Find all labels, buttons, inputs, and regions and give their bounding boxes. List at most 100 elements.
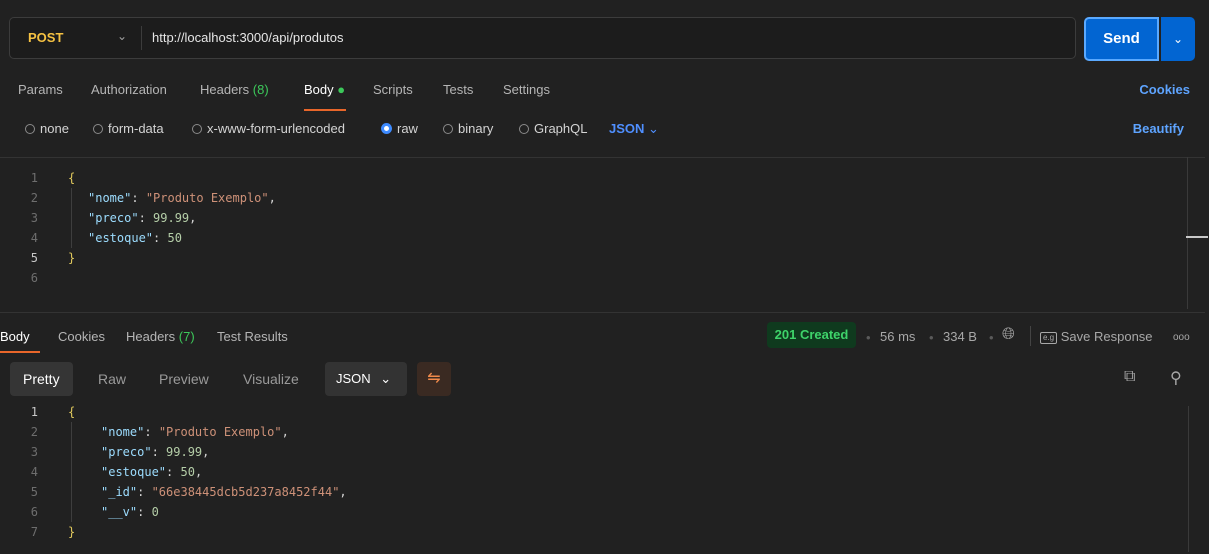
line-number: 1 xyxy=(30,171,38,185)
response-tab-body[interactable]: Body xyxy=(0,329,30,344)
request-body-editor[interactable]: 1 { 2 "nome": "Produto Exemplo", 3 "prec… xyxy=(0,157,1205,313)
line-number: 6 xyxy=(30,505,38,519)
tab-headers-label: Headers xyxy=(200,82,250,97)
method-select[interactable]: POST xyxy=(28,30,63,45)
body-format-label: JSON xyxy=(609,121,645,136)
url-bar: POST ⌄ http://localhost:3000/api/produto… xyxy=(9,17,1076,59)
line-number: 5 xyxy=(30,485,38,499)
json-value: "Produto Exemplo" xyxy=(158,425,282,439)
divider xyxy=(1030,326,1031,346)
tab-settings[interactable]: Settings xyxy=(503,82,550,97)
response-size[interactable]: 334 B xyxy=(943,329,977,344)
json-key: "preco" xyxy=(88,211,139,225)
tab-body[interactable]: Body ● xyxy=(304,82,345,97)
radio-urlencoded-label: x-www-form-urlencoded xyxy=(207,121,345,136)
cookies-link[interactable]: Cookies xyxy=(1139,82,1190,97)
save-response-button[interactable]: e.g Save Response xyxy=(1040,329,1153,344)
json-key: "preco" xyxy=(101,445,152,459)
view-raw[interactable]: Raw xyxy=(98,362,126,396)
search-icon[interactable]: ⚲ xyxy=(1170,368,1182,388)
radio-form-data[interactable]: form-data xyxy=(93,121,164,136)
radio-form-data-label: form-data xyxy=(108,121,164,136)
scrollbar-thumb[interactable] xyxy=(1186,236,1208,238)
radio-urlencoded[interactable]: x-www-form-urlencoded xyxy=(192,121,345,136)
response-tab-headers[interactable]: Headers (7) xyxy=(126,329,195,344)
chevron-down-icon[interactable]: ⌄ xyxy=(117,29,127,43)
save-response-label: Save Response xyxy=(1060,329,1153,344)
status-badge[interactable]: 201 Created xyxy=(767,322,856,348)
headers-count: (8) xyxy=(252,82,269,97)
more-options-icon[interactable]: ooo xyxy=(1173,332,1190,343)
json-value: 50 xyxy=(167,231,182,245)
response-tab-cookies[interactable]: Cookies xyxy=(58,329,105,344)
radio-graphql[interactable]: GraphQL xyxy=(519,121,587,136)
active-tab-indicator xyxy=(304,109,346,111)
radio-none-label: none xyxy=(40,121,69,136)
indent-guide xyxy=(71,188,72,248)
send-options-button[interactable]: ⌄ xyxy=(1161,17,1195,61)
editor-scrollbar[interactable] xyxy=(1187,157,1188,309)
view-preview[interactable]: Preview xyxy=(159,362,209,396)
response-format-select[interactable]: JSON ⌄ xyxy=(325,362,407,396)
json-key: "__v" xyxy=(101,505,138,519)
response-time[interactable]: 56 ms xyxy=(880,329,915,344)
json-key: "nome" xyxy=(101,425,145,439)
chevron-down-icon: ⌄ xyxy=(1172,32,1184,46)
send-button[interactable]: Send xyxy=(1084,17,1159,61)
line-number: 2 xyxy=(30,425,38,439)
radio-icon xyxy=(519,124,529,134)
json-value: "66e38445dcb5d237a8452f44" xyxy=(151,485,340,499)
line-number: 3 xyxy=(30,211,38,225)
active-tab-indicator xyxy=(0,351,40,353)
tab-authorization[interactable]: Authorization xyxy=(91,82,167,97)
view-visualize[interactable]: Visualize xyxy=(243,362,299,396)
json-brace: { xyxy=(68,405,76,419)
json-value: 50 xyxy=(180,465,195,479)
json-key: "estoque" xyxy=(101,465,167,479)
radio-none[interactable]: none xyxy=(25,121,69,136)
separator-dot: • xyxy=(989,330,994,345)
json-value: "Produto Exemplo" xyxy=(145,191,269,205)
radio-checked-icon xyxy=(381,123,392,134)
globe-icon[interactable]: 🌐︎ xyxy=(1002,326,1015,344)
radio-icon xyxy=(443,124,453,134)
line-number: 7 xyxy=(30,525,38,539)
json-key: "estoque" xyxy=(88,231,154,245)
copy-icon[interactable]: ⧉ xyxy=(1124,368,1135,386)
radio-icon xyxy=(192,124,202,134)
url-input[interactable]: http://localhost:3000/api/produtos xyxy=(152,30,344,45)
json-brace: } xyxy=(68,525,76,539)
tab-headers[interactable]: Headers (8) xyxy=(200,82,269,97)
radio-raw[interactable]: raw xyxy=(381,121,418,136)
response-tab-test-results[interactable]: Test Results xyxy=(217,329,288,344)
radio-graphql-label: GraphQL xyxy=(534,121,588,136)
line-number: 6 xyxy=(30,271,38,285)
json-brace: { xyxy=(68,171,76,185)
radio-icon xyxy=(93,124,103,134)
body-format-select[interactable]: JSON ⌄ xyxy=(609,121,659,137)
json-brace: } xyxy=(68,251,76,265)
body-indicator-dot: ● xyxy=(337,82,346,97)
json-key: "nome" xyxy=(88,191,132,205)
response-format-label: JSON xyxy=(336,371,371,386)
line-number: 4 xyxy=(30,465,38,479)
response-body-viewer[interactable]: 1 { 2 "nome": "Produto Exemplo", 3 "prec… xyxy=(0,400,1188,554)
json-value: 99.99 xyxy=(153,211,190,225)
indent-guide xyxy=(71,422,72,522)
tab-tests[interactable]: Tests xyxy=(443,82,473,97)
response-headers-count: (7) xyxy=(178,329,195,344)
radio-binary-label: binary xyxy=(458,121,494,136)
response-scrollbar[interactable] xyxy=(1188,406,1189,552)
separator-dot: • xyxy=(929,330,934,345)
wrap-lines-icon[interactable]: ⇋ xyxy=(417,362,451,396)
line-number: 3 xyxy=(30,445,38,459)
beautify-button[interactable]: Beautify xyxy=(1133,121,1184,136)
line-number: 5 xyxy=(30,251,38,265)
line-number: 2 xyxy=(30,191,38,205)
view-pretty[interactable]: Pretty xyxy=(10,362,73,396)
tab-body-label: Body xyxy=(304,82,334,97)
divider xyxy=(141,26,142,50)
tab-scripts[interactable]: Scripts xyxy=(373,82,413,97)
radio-binary[interactable]: binary xyxy=(443,121,493,136)
tab-params[interactable]: Params xyxy=(18,82,63,97)
